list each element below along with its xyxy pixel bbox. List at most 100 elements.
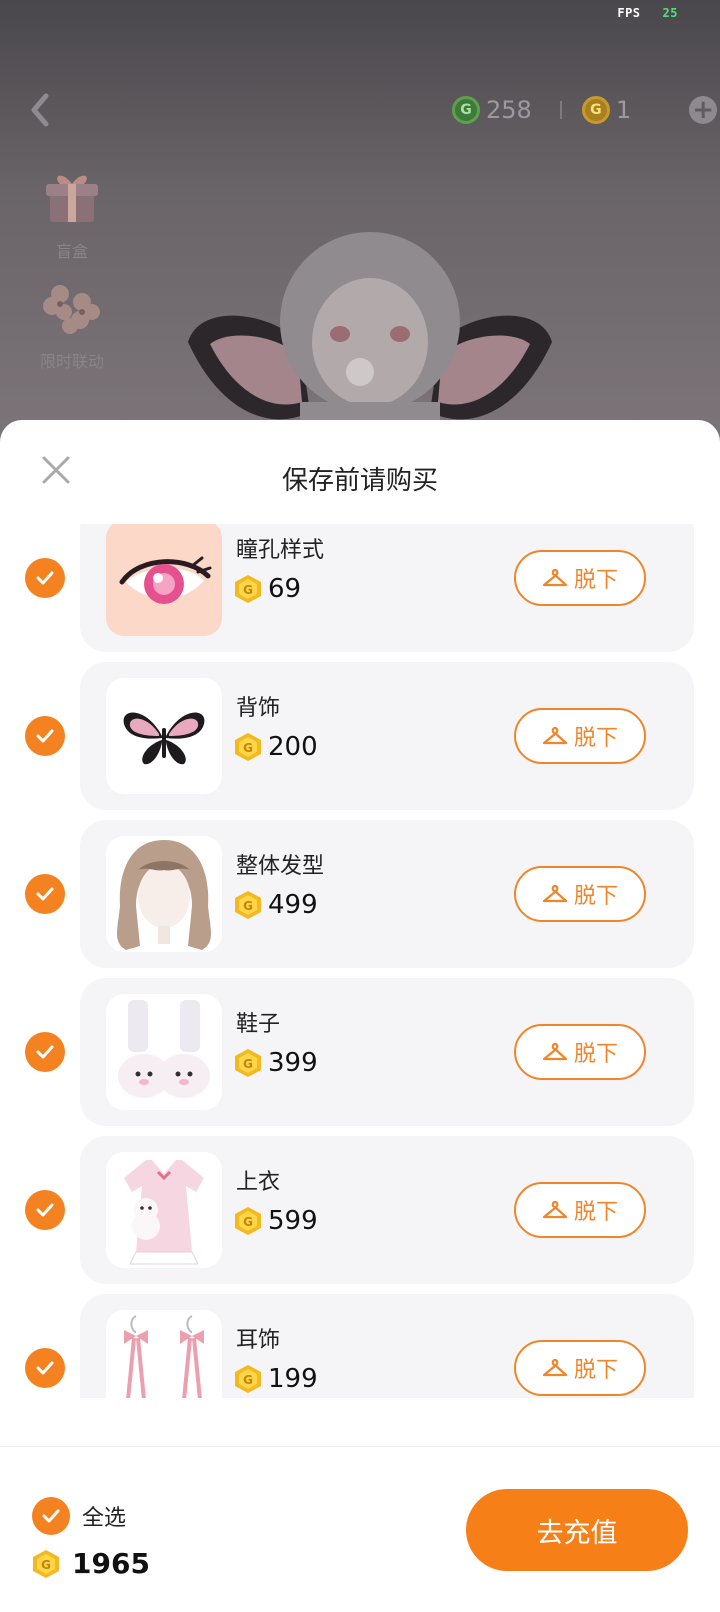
list-item: 整体发型 G 499 脱下	[0, 820, 720, 968]
select-all-toggle[interactable]: 全选	[32, 1497, 126, 1535]
svg-text:G: G	[243, 1215, 253, 1229]
sheet-header: 保存前请购买	[0, 420, 720, 518]
svg-text:G: G	[243, 741, 253, 755]
green-currency: G 258	[452, 96, 532, 124]
item-name: 上衣	[236, 1170, 281, 1195]
item-name: 背饰	[236, 696, 281, 721]
item-checkbox[interactable]	[25, 1348, 65, 1388]
green-currency-value: 258	[486, 96, 532, 124]
item-card: 鞋子 G 399 脱下	[80, 978, 694, 1126]
svg-text:G: G	[243, 1373, 253, 1387]
list-item: 上衣 G 599 脱下	[0, 1136, 720, 1284]
gold-currency: G 1	[581, 96, 632, 124]
checkmark-icon	[36, 729, 54, 743]
chevron-left-icon	[31, 93, 49, 127]
take-off-label: 脱下	[573, 568, 618, 593]
item-checkbox[interactable]	[25, 558, 65, 598]
butterfly-thumbnail	[106, 678, 222, 794]
item-price: G 399	[234, 1048, 318, 1078]
gold-coin-icon: G	[235, 733, 261, 761]
gift-box-icon	[46, 175, 98, 222]
gold-coin-icon: G	[581, 96, 610, 124]
item-name: 耳饰	[236, 1328, 281, 1353]
item-checkbox[interactable]	[25, 1190, 65, 1230]
list-item: 瞳孔样式 G 69 脱下	[0, 524, 720, 652]
checkmark-icon	[36, 571, 54, 585]
fps-label: FPS	[617, 6, 641, 20]
take-off-button[interactable]: 脱下	[514, 550, 646, 606]
gold-coin-icon: G	[235, 575, 261, 603]
hanger-icon	[542, 1200, 568, 1219]
take-off-label: 脱下	[573, 1042, 618, 1067]
take-off-label: 脱下	[573, 1200, 618, 1225]
price-value: 69	[268, 574, 302, 604]
item-card: 耳饰 G 199 脱下	[80, 1294, 694, 1398]
sakura-flower-icon	[43, 285, 100, 334]
hair-thumbnail	[106, 836, 222, 952]
eye-thumbnail	[106, 524, 222, 636]
take-off-button[interactable]: 脱下	[514, 1182, 646, 1238]
take-off-button[interactable]: 脱下	[514, 1024, 646, 1080]
take-off-button[interactable]: 脱下	[514, 708, 646, 764]
avatar-character	[188, 232, 552, 440]
price-value: 599	[268, 1206, 318, 1236]
purchase-footer: 全选 G 1965 去充值	[0, 1446, 720, 1612]
item-price: G 69	[234, 574, 301, 604]
item-price: G 199	[234, 1364, 318, 1394]
item-name: 鞋子	[236, 1012, 281, 1037]
gold-currency-value: 1	[615, 96, 632, 124]
item-price: G 200	[234, 732, 318, 762]
plus-circle-icon[interactable]: +	[689, 95, 718, 125]
select-all-label: 全选	[82, 1506, 127, 1531]
list-item: 耳饰 G 199 脱下	[0, 1294, 720, 1398]
game-scene-background: FPS 25 G 258 G 1 + 盲盒 限时联动	[0, 0, 720, 440]
blind-box-entry[interactable]: 盲盒	[32, 166, 112, 262]
hanger-icon	[542, 568, 568, 587]
price-value: 399	[268, 1048, 318, 1078]
item-card: 上衣 G 599 脱下	[80, 1136, 694, 1284]
item-card: 整体发型 G 499 脱下	[80, 820, 694, 968]
hanger-icon	[542, 1042, 568, 1061]
item-card: 瞳孔样式 G 69 脱下	[80, 524, 694, 652]
fps-value: 25	[662, 6, 678, 20]
item-price: G 599	[234, 1206, 318, 1236]
item-name: 瞳孔样式	[236, 538, 325, 563]
fps-counter: FPS 25	[617, 6, 678, 20]
checkmark-icon	[36, 1203, 54, 1217]
take-off-button[interactable]: 脱下	[514, 1340, 646, 1396]
recharge-button[interactable]: 去充值	[466, 1489, 688, 1571]
item-list[interactable]: 瞳孔样式 G 69 脱下 背饰 G 200 脱下 整体发型 G 499 脱下 鞋…	[0, 524, 720, 1398]
hanger-icon	[542, 884, 568, 903]
gold-coin-icon: G	[235, 1207, 261, 1235]
list-item: 背饰 G 200 脱下	[0, 662, 720, 810]
currency-bar: G 258 G 1 +	[452, 92, 718, 128]
sheet-title: 保存前请购买	[281, 466, 438, 496]
item-checkbox[interactable]	[25, 874, 65, 914]
item-checkbox[interactable]	[25, 716, 65, 756]
earring-thumbnail	[106, 1310, 222, 1398]
gold-coin-icon: G	[235, 1365, 261, 1393]
take-off-button[interactable]: 脱下	[514, 866, 646, 922]
svg-text:G: G	[243, 899, 253, 913]
item-checkbox[interactable]	[25, 1032, 65, 1072]
price-value: 199	[268, 1364, 318, 1394]
item-price: G 499	[234, 890, 318, 920]
limited-collab-label: 限时联动	[39, 352, 104, 371]
select-all-checkbox[interactable]	[32, 1497, 70, 1535]
green-g-coin-icon: G	[452, 96, 480, 124]
dress-thumbnail	[106, 1152, 222, 1268]
checkmark-icon	[42, 1509, 60, 1523]
price-value: 200	[268, 732, 318, 762]
item-name: 整体发型	[236, 854, 325, 879]
back-button[interactable]	[22, 88, 62, 132]
purchase-sheet: 保存前请购买 瞳孔样式 G 69 脱下 背饰 G 200 脱下 整体发型 G 4…	[0, 420, 720, 1612]
take-off-label: 脱下	[573, 884, 618, 909]
checkmark-icon	[36, 1045, 54, 1059]
checkmark-icon	[36, 1361, 54, 1375]
list-item: 鞋子 G 399 脱下	[0, 978, 720, 1126]
hanger-icon	[542, 726, 568, 745]
take-off-label: 脱下	[573, 1358, 618, 1383]
total-value: 1965	[72, 1547, 150, 1580]
gold-coin-icon: G	[235, 891, 261, 919]
limited-collab-entry[interactable]: 限时联动	[32, 276, 112, 372]
